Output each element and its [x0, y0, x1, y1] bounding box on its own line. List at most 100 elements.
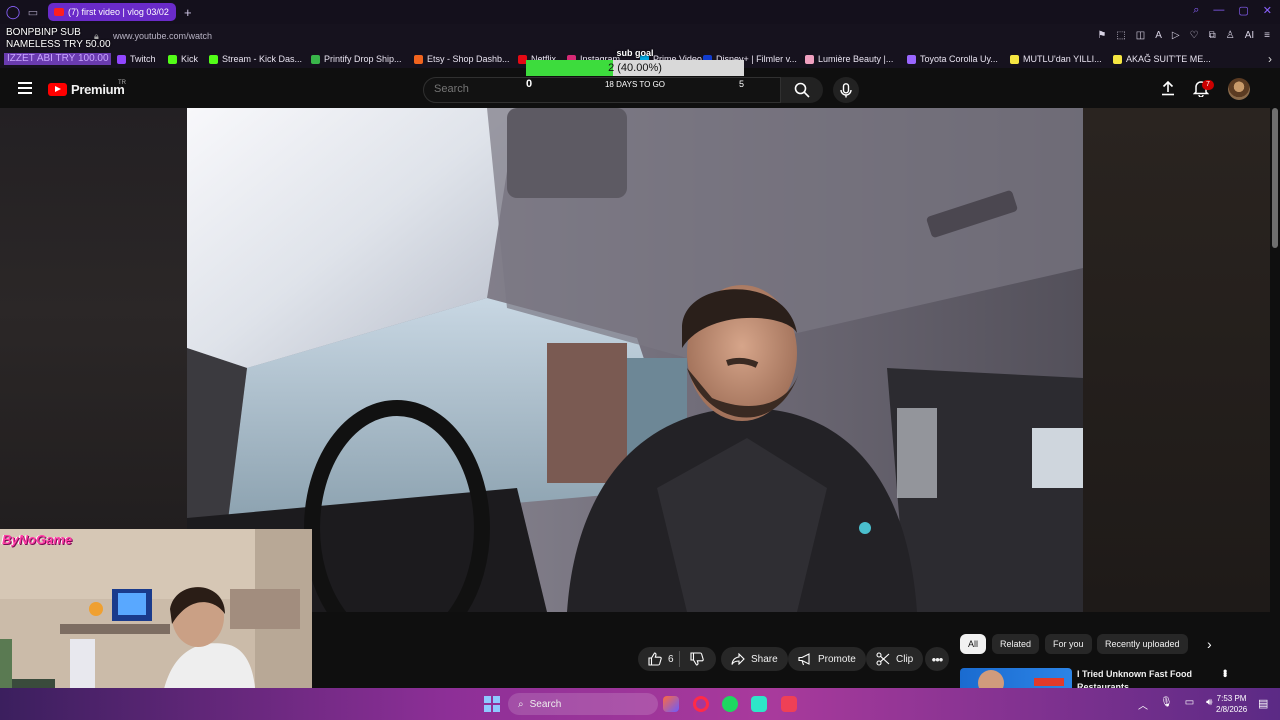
- voice-search-button[interactable]: [833, 77, 859, 103]
- display-tray-icon[interactable]: ▭: [1185, 697, 1194, 712]
- taskbar-clock[interactable]: 7:53 PM 2/8/2026: [1216, 693, 1247, 715]
- volume-icon[interactable]: 🔊︎: [1206, 697, 1212, 712]
- clip-button[interactable]: Clip: [866, 647, 924, 671]
- minimize-icon[interactable]: —: [1213, 4, 1224, 17]
- menu-icon[interactable]: ≡: [1264, 30, 1270, 41]
- url-field[interactable]: www.youtube.com/watch: [113, 31, 212, 41]
- clip-label: Clip: [896, 653, 914, 665]
- hamburger-menu-icon[interactable]: [18, 82, 32, 94]
- more-actions-button[interactable]: •••: [925, 647, 949, 671]
- bookmark-item[interactable]: Kick: [168, 54, 198, 64]
- youtube-favicon-icon: [54, 8, 64, 16]
- bookmark-icon[interactable]: ⚑: [1097, 30, 1106, 41]
- filter-chip[interactable]: Recently uploaded: [1097, 634, 1188, 654]
- bookmark-label: Etsy - Shop Dashb...: [427, 54, 510, 64]
- webcam-overlay: [0, 529, 312, 713]
- maximize-icon[interactable]: ▢: [1238, 4, 1248, 17]
- notification-center-icon[interactable]: ▤: [1258, 697, 1268, 710]
- close-icon[interactable]: ✕: [1263, 4, 1272, 17]
- pocket-taskbar-icon[interactable]: [781, 696, 797, 712]
- bookmark-favicon-icon: [1113, 54, 1122, 64]
- translate-icon[interactable]: A: [1155, 30, 1162, 41]
- filter-chip[interactable]: All: [960, 634, 987, 654]
- chat-app-taskbar-icon[interactable]: [751, 696, 767, 712]
- bookmark-item[interactable]: Toyota Corolla Uy...: [907, 54, 998, 64]
- taskbar-search-icon: ⌕: [518, 698, 524, 710]
- thumbs-up-icon: [648, 652, 662, 666]
- bookmark-favicon-icon: [168, 54, 177, 64]
- notification-badge: 7: [1202, 80, 1214, 90]
- player-ambient-right: [1083, 108, 1270, 612]
- browser-tab-strip: ◯ ▭ (7) first video | vlog 03/02 + ⌕ — ▢…: [0, 0, 1280, 24]
- share-button[interactable]: Share: [721, 647, 788, 671]
- thumbnail-face: [978, 670, 1004, 688]
- bookmark-favicon-icon: [311, 54, 320, 64]
- bookmark-item[interactable]: Etsy - Shop Dashb...: [414, 54, 510, 64]
- search-button[interactable]: [781, 77, 823, 103]
- bookmark-item[interactable]: Stream - Kick Das...: [209, 54, 302, 64]
- bookmark-favicon-icon: [414, 54, 423, 64]
- heart-icon[interactable]: ♡: [1190, 30, 1199, 41]
- ai-button[interactable]: AI: [1245, 30, 1254, 41]
- create-button[interactable]: [1160, 80, 1176, 101]
- youtube-play-icon: [48, 83, 67, 96]
- workspace-icon[interactable]: ▭: [26, 5, 40, 19]
- more-horizontal-icon: •••: [931, 651, 944, 667]
- like-button[interactable]: 6: [648, 652, 674, 666]
- share-icon: [731, 653, 745, 665]
- recommended-thumbnail[interactable]: [960, 668, 1072, 688]
- opera-taskbar-icon[interactable]: [693, 696, 709, 712]
- snapshot-icon[interactable]: ◫: [1136, 30, 1145, 41]
- start-button[interactable]: [484, 696, 500, 712]
- webcam-feed-image: [0, 529, 312, 713]
- microphone-tray-icon[interactable]: 🎙︎: [1160, 697, 1173, 712]
- taskbar-search[interactable]: ⌕ Search: [508, 693, 658, 715]
- promote-button[interactable]: Promote: [788, 647, 866, 671]
- share-label: Share: [751, 653, 778, 665]
- youtube-logo[interactable]: Premium: [48, 82, 125, 97]
- bookmark-item[interactable]: Twitch: [117, 54, 156, 64]
- sub-goal-widget: sub goal 2 (40.00%) 0 18 DAYS TO GO 5: [526, 48, 744, 92]
- chips-next-chevron-icon[interactable]: ›: [1207, 636, 1212, 652]
- bookmark-favicon-icon: [805, 54, 814, 64]
- bookmark-label: MUTLU'dan YILLI...: [1023, 54, 1102, 64]
- sub-alert-line-3: IZZET ABI TRY 100.00: [4, 53, 111, 65]
- tray-chevron-icon[interactable]: ︿: [1138, 697, 1148, 712]
- bookmark-item[interactable]: MUTLU'dan YILLI...: [1010, 54, 1102, 64]
- bookmark-favicon-icon: [209, 54, 218, 64]
- tab-active[interactable]: (7) first video | vlog 03/02: [48, 3, 176, 21]
- like-divider: [679, 651, 680, 667]
- recommended-title[interactable]: I Tried Unknown Fast Food Restaurants: [1077, 668, 1212, 688]
- clock-date: 2/8/2026: [1216, 705, 1248, 714]
- player-icon[interactable]: ▷: [1172, 30, 1180, 41]
- bookmark-item[interactable]: AKAĞ SUIT'TE ME...: [1113, 54, 1211, 64]
- filter-chip[interactable]: For you: [1045, 634, 1092, 654]
- webcam-brand-logo: ByNoGame: [2, 532, 73, 547]
- taskbar-app-icon[interactable]: [663, 696, 679, 712]
- bookmarks-more-icon[interactable]: ›: [1268, 52, 1272, 66]
- bookmark-item[interactable]: Lumière Beauty |...: [805, 54, 893, 64]
- windows-taskbar: ⌕ Search ︿ 🎙︎ ▭ 🔊︎ 7:53 PM 2/8/2026 ▤: [0, 688, 1280, 720]
- sub-goal-days: 18 DAYS TO GO: [604, 80, 666, 89]
- profile-icon[interactable]: ♙: [1226, 30, 1235, 41]
- video-frame[interactable]: [187, 108, 1083, 612]
- window-controls: ⌕ — ▢ ✕: [1193, 4, 1272, 17]
- new-tab-button[interactable]: +: [184, 5, 192, 20]
- bookmark-item[interactable]: Printify Drop Ship...: [311, 54, 402, 64]
- extensions-icon[interactable]: ⧉: [1209, 30, 1216, 41]
- filter-chip[interactable]: Related: [992, 634, 1040, 654]
- bookmark-label: Lumière Beauty |...: [818, 54, 894, 64]
- dislike-button[interactable]: [690, 652, 710, 669]
- search-tabs-icon[interactable]: ⌕: [1193, 4, 1199, 17]
- sub-goal-progress-bar: 2 (40.00%): [526, 60, 744, 76]
- tab-title: (7) first video | vlog 03/02: [68, 7, 169, 17]
- upload-icon: [1162, 80, 1174, 96]
- scissors-icon: [876, 652, 890, 666]
- opera-icon[interactable]: ◯: [6, 4, 21, 19]
- recommended-more-icon[interactable]: •••: [1218, 669, 1232, 676]
- avatar[interactable]: [1228, 78, 1250, 100]
- spotify-taskbar-icon[interactable]: [722, 696, 738, 712]
- screenshot-icon[interactable]: ⬚: [1116, 30, 1125, 41]
- page-scrollbar[interactable]: [1272, 108, 1278, 248]
- bookmark-label: Stream - Kick Das...: [222, 54, 303, 64]
